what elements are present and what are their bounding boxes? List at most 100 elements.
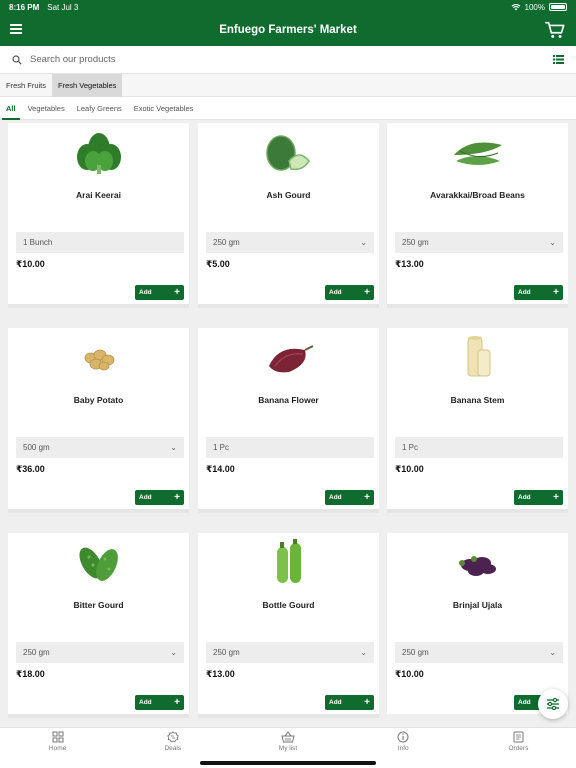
quantity-value: 1 Pc	[213, 443, 230, 452]
list-view-icon[interactable]	[553, 55, 564, 64]
product-card[interactable]: Ash Gourd 250 gm ⌄ ₹5.00 Add +	[198, 123, 379, 308]
brinjal-icon	[387, 537, 568, 589]
cart-icon[interactable]	[544, 19, 566, 41]
hamburger-menu-icon[interactable]	[10, 24, 22, 34]
tab-fresh-vegetables[interactable]: Fresh Vegetables	[52, 73, 123, 97]
quantity-select[interactable]: 500 gm ⌄	[16, 437, 184, 458]
chevron-down-icon: ⌄	[360, 648, 367, 657]
product-name: Banana Stem	[450, 395, 505, 405]
quantity-value: 250 gm	[213, 648, 240, 657]
search-input[interactable]: Search our products	[30, 54, 116, 65]
quantity-select[interactable]: 250 gm ⌄	[395, 232, 563, 253]
add-button[interactable]: Add +	[514, 490, 563, 505]
product-name: Bitter Gourd	[73, 600, 124, 610]
card-footer	[387, 509, 568, 513]
product-price: ₹10.00	[395, 669, 424, 679]
quantity-select[interactable]: 250 gm ⌄	[16, 642, 184, 663]
chevron-down-icon: ⌄	[170, 443, 177, 452]
potato-icon	[8, 332, 189, 384]
card-footer	[8, 714, 189, 718]
tab-leafy-greens[interactable]: Leafy Greens	[71, 97, 128, 120]
add-button[interactable]: Add +	[135, 490, 184, 505]
chevron-down-icon: ⌄	[360, 238, 367, 247]
add-label: Add	[139, 289, 152, 296]
add-button[interactable]: Add +	[135, 695, 184, 710]
product-name: Arai Keerai	[76, 190, 121, 200]
product-card[interactable]: Banana Flower 1 Pc ₹14.00 Add +	[198, 328, 379, 513]
broad-beans-icon	[387, 127, 568, 179]
banana-stem-icon	[387, 332, 568, 384]
product-card[interactable]: Bitter Gourd 250 gm ⌄ ₹18.00 Add +	[8, 533, 189, 718]
product-card[interactable]: Arai Keerai 1 Bunch ₹10.00 Add +	[8, 123, 189, 308]
product-card[interactable]: Brinjal Ujala 250 gm⌄ ₹10.00 Add+	[387, 533, 568, 714]
deals-badge-icon: %	[167, 731, 179, 743]
battery-icon	[549, 3, 567, 11]
add-button[interactable]: Add +	[325, 695, 374, 710]
filter-button[interactable]	[538, 689, 568, 719]
product-name: Ash Gourd	[266, 190, 311, 200]
tab-exotic-vegetables[interactable]: Exotic Vegetables	[128, 97, 200, 120]
card-footer	[8, 509, 189, 513]
category-tabs: Fresh Fruits Fresh Vegetables	[0, 73, 576, 97]
quantity-select[interactable]: 1 Pc	[395, 437, 563, 458]
status-right: 100%	[511, 3, 567, 12]
quantity-value: 250 gm	[213, 238, 240, 247]
add-button[interactable]: Add +	[325, 285, 374, 300]
quantity-select[interactable]: 1 Pc	[206, 437, 374, 458]
add-label: Add	[518, 699, 531, 706]
tab-vegetables[interactable]: Vegetables	[22, 97, 71, 120]
product-price: ₹5.00	[206, 259, 230, 269]
status-time: 8:16 PM	[9, 2, 40, 12]
product-name: Banana Flower	[258, 395, 319, 405]
plus-icon: +	[364, 286, 370, 298]
product-price: ₹14.00	[206, 464, 235, 474]
nav-label: Home	[48, 745, 67, 752]
product-card[interactable]: Avarakkai/Broad Beans 250 gm ⌄ ₹13.00 Add…	[387, 123, 568, 308]
add-label: Add	[518, 289, 531, 296]
nav-orders[interactable]: Orders	[461, 728, 576, 768]
add-button[interactable]: Add +	[135, 285, 184, 300]
product-price: ₹10.00	[16, 259, 45, 269]
plus-icon: +	[174, 491, 180, 503]
plus-icon: +	[364, 491, 370, 503]
quantity-select[interactable]: 250 gm ⌄	[206, 232, 374, 253]
product-name: Bottle Gourd	[262, 600, 315, 610]
plus-icon: +	[364, 696, 370, 708]
filter-sliders-icon	[547, 698, 559, 710]
product-card[interactable]: Baby Potato 500 gm ⌄ ₹36.00 Add +	[8, 328, 189, 513]
add-label: Add	[329, 699, 342, 706]
product-price: ₹18.00	[16, 669, 45, 679]
shopping-basket-icon	[281, 731, 295, 743]
quantity-select[interactable]: 250 gm ⌄	[395, 642, 563, 663]
tab-all[interactable]: All	[0, 97, 22, 120]
home-indicator	[200, 761, 376, 765]
info-icon	[397, 731, 409, 743]
quantity-select[interactable]: 1 Bunch	[16, 232, 184, 253]
add-button[interactable]: Add +	[514, 285, 563, 300]
product-card[interactable]: Bottle Gourd 250 gm ⌄ ₹13.00 Add +	[198, 533, 379, 718]
nav-label: Orders	[508, 745, 529, 752]
subcategory-tabs: All Vegetables Leafy Greens Exotic Veget…	[0, 97, 576, 120]
nav-home[interactable]: Home	[0, 728, 115, 768]
chevron-down-icon: ⌄	[549, 238, 556, 247]
search-bar[interactable]: Search our products	[0, 46, 576, 74]
quantity-select[interactable]: 250 gm ⌄	[206, 642, 374, 663]
product-card[interactable]: Banana Stem 1 Pc ₹10.00 Add +	[387, 328, 568, 513]
bitter-gourd-icon	[8, 537, 189, 589]
quantity-value: 1 Pc	[402, 443, 419, 452]
product-price: ₹36.00	[16, 464, 45, 474]
product-name: Baby Potato	[73, 395, 124, 405]
tab-fresh-fruits[interactable]: Fresh Fruits	[0, 74, 52, 97]
add-label: Add	[329, 289, 342, 296]
plus-icon: +	[174, 286, 180, 298]
orders-document-icon	[513, 731, 524, 743]
search-icon	[12, 54, 22, 65]
home-grid-icon	[52, 731, 64, 743]
card-footer	[198, 509, 379, 513]
spinach-icon	[8, 127, 189, 179]
status-bar: 8:16 PM Sat Jul 3 100%	[0, 0, 576, 14]
product-price: ₹13.00	[206, 669, 235, 679]
app-header: Enfuego Farmers' Market	[0, 14, 576, 46]
plus-icon: +	[553, 491, 559, 503]
add-button[interactable]: Add +	[325, 490, 374, 505]
